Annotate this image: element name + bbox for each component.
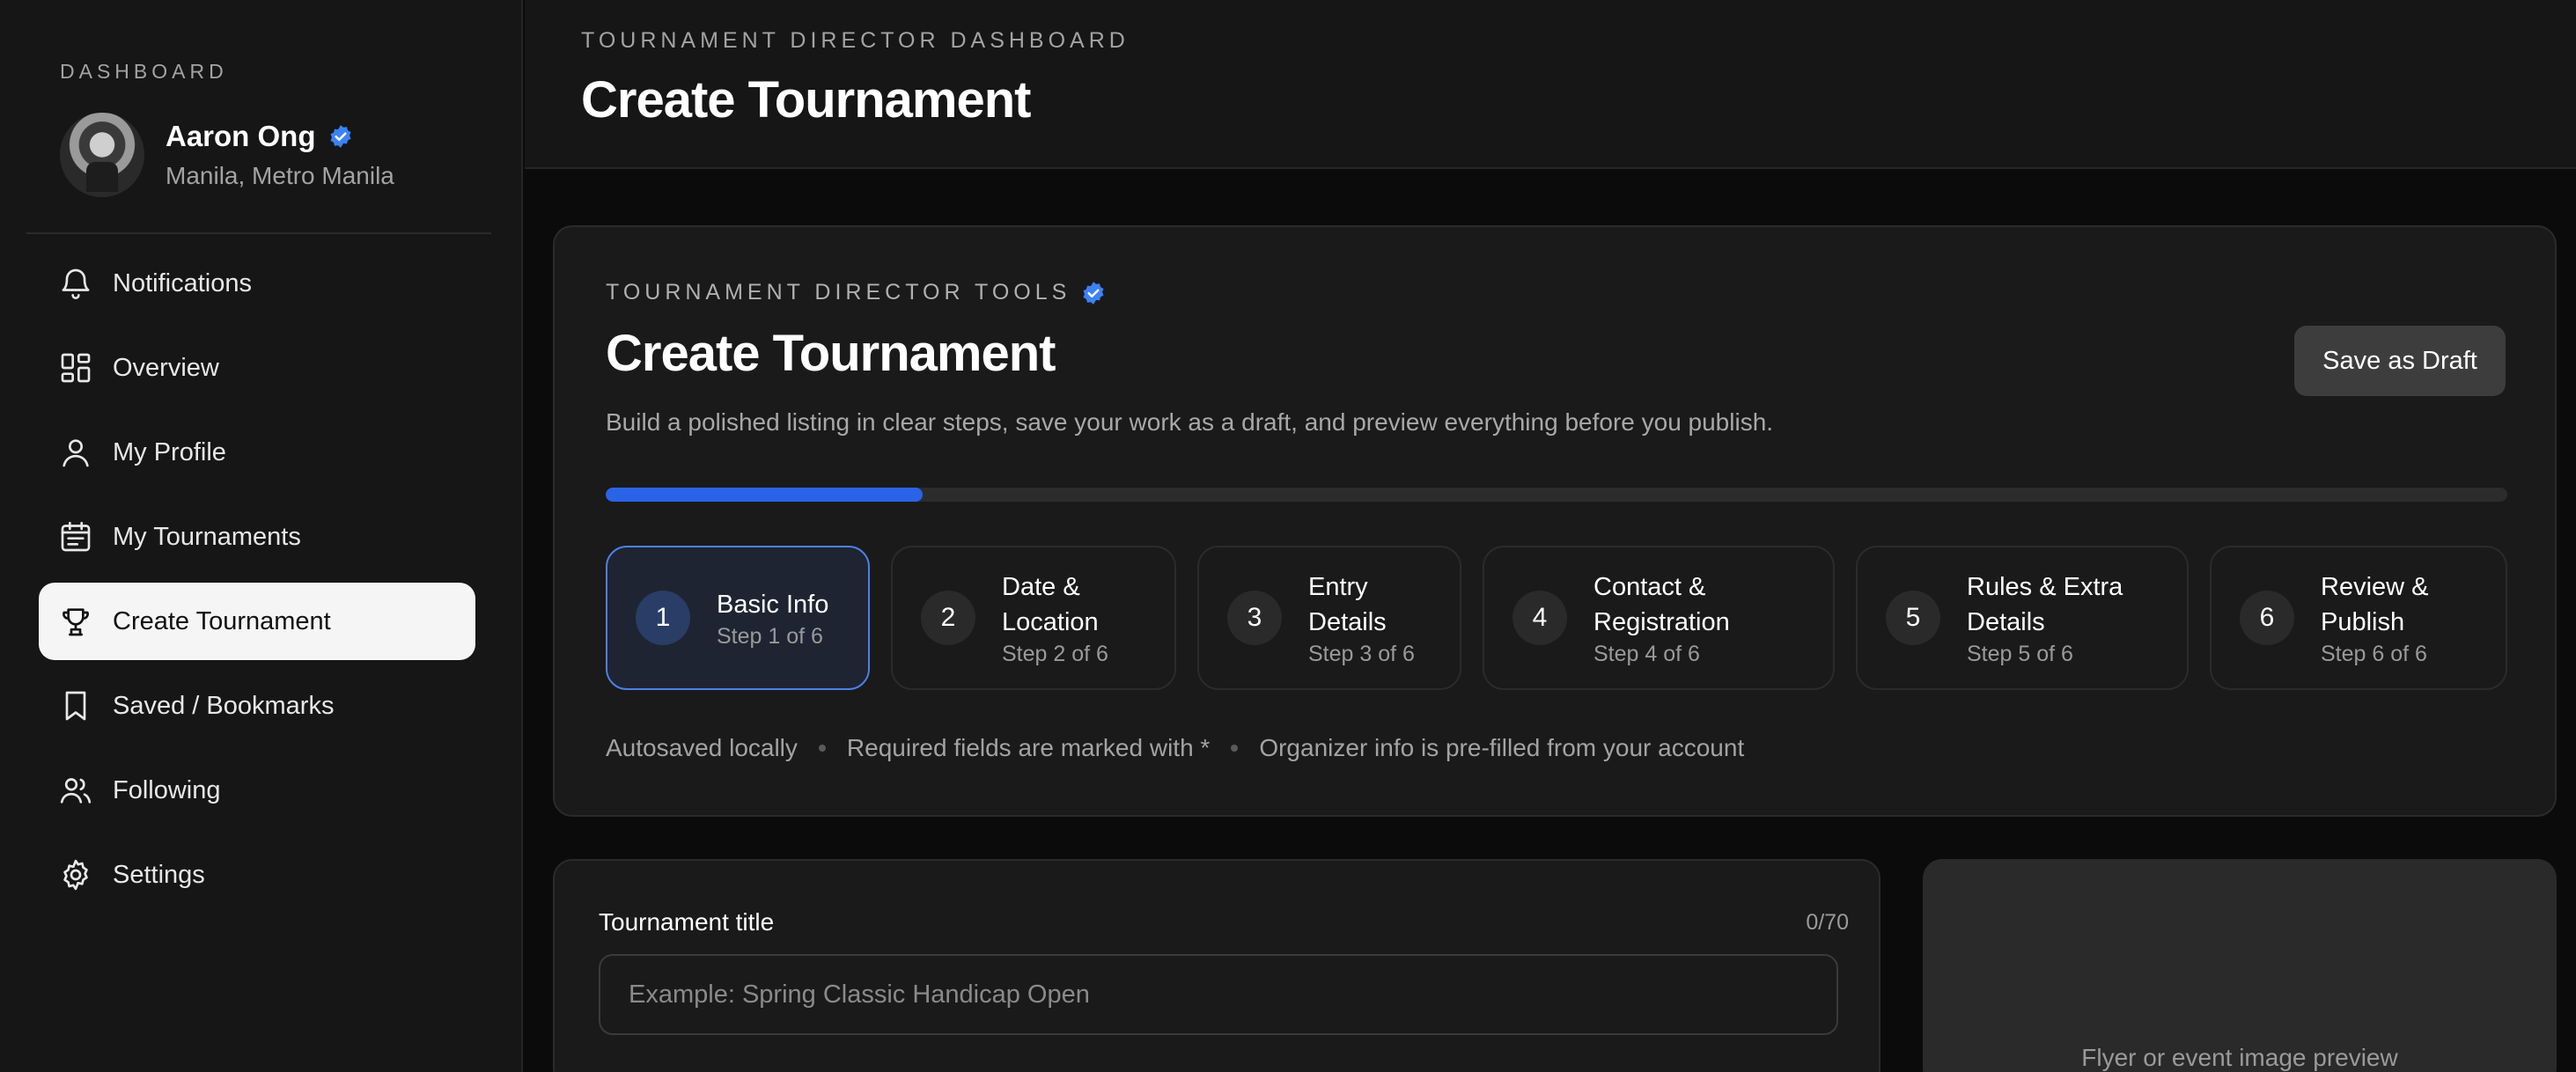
- sidebar-item-my-tournaments[interactable]: My Tournaments: [39, 498, 475, 576]
- step-label: Rules & Extra Details: [1967, 572, 2123, 636]
- user-location: Manila, Metro Manila: [166, 162, 394, 189]
- header-eyebrow: TOURNAMENT DIRECTOR DASHBOARD: [581, 28, 1130, 53]
- user-name: Aaron Ong: [166, 120, 316, 152]
- sidebar-item-label: My Profile: [113, 437, 226, 466]
- step-contact-registration[interactable]: 4 Contact & Registration Step 4 of 6: [1483, 546, 1835, 690]
- tournament-title-input[interactable]: [599, 954, 1838, 1035]
- basic-info-form: Tournament title 0/70: [553, 859, 1880, 1072]
- sidebar-item-label: My Tournaments: [113, 522, 301, 551]
- app-root: DASHBOARD Aaron Ong Manila, Metro Manila…: [0, 0, 2576, 1072]
- step-rules-extra[interactable]: 5 Rules & Extra Details Step 5 of 6: [1856, 546, 2189, 690]
- tournament-title-label: Tournament title: [599, 908, 775, 936]
- step-date-location[interactable]: 2 Date & Location Step 2 of 6: [891, 546, 1176, 690]
- verified-badge-icon: [328, 124, 353, 149]
- step-label: Basic Info: [717, 590, 829, 619]
- sidebar-item-settings[interactable]: Settings: [39, 836, 475, 914]
- sidebar-item-create-tournament[interactable]: Create Tournament: [39, 583, 475, 660]
- sidebar-item-following[interactable]: Following: [39, 752, 475, 829]
- verified-badge-icon: [1081, 281, 1106, 305]
- step-number: 2: [921, 591, 975, 645]
- step-basic-info[interactable]: 1 Basic Info Step 1 of 6: [606, 546, 870, 690]
- flyer-preview[interactable]: Flyer or event image preview: [1923, 859, 2557, 1072]
- users-icon: [60, 778, 92, 804]
- meta-autosave: Autosaved locally: [606, 734, 798, 761]
- character-counter: 0/70: [1806, 910, 1849, 935]
- step-number: 6: [2240, 591, 2294, 645]
- step-label: Entry Details: [1308, 572, 1387, 636]
- separator-dot: [818, 745, 826, 752]
- bookmark-icon: [65, 691, 86, 721]
- progress-bar: [606, 488, 2507, 502]
- user-card[interactable]: Aaron Ong Manila, Metro Manila: [60, 113, 394, 197]
- meta-required: Required fields are marked with *: [846, 734, 1211, 761]
- step-entry-details[interactable]: 3 Entry Details Step 3 of 6: [1197, 546, 1461, 690]
- bell-icon: [62, 268, 90, 299]
- tools-title: Create Tournament: [606, 325, 1056, 382]
- sidebar-item-label: Settings: [113, 860, 205, 889]
- step-sub: Step 3 of 6: [1308, 641, 1415, 666]
- step-label: Date & Location: [1002, 572, 1099, 636]
- trophy-icon: [63, 608, 89, 636]
- sidebar-item-my-profile[interactable]: My Profile: [39, 414, 475, 491]
- sidebar: DASHBOARD Aaron Ong Manila, Metro Manila…: [0, 0, 523, 1072]
- sidebar-item-label: Overview: [113, 353, 219, 382]
- sidebar-divider: [26, 232, 491, 234]
- step-number: 1: [636, 591, 690, 645]
- tournament-tools-card: TOURNAMENT DIRECTOR TOOLS Create Tournam…: [553, 225, 2557, 817]
- sidebar-item-label: Following: [113, 775, 221, 804]
- step-sub: Step 1 of 6: [717, 623, 823, 649]
- flyer-preview-text: Flyer or event image preview: [2081, 1044, 2398, 1071]
- page-title: Create Tournament: [581, 71, 1031, 128]
- form-meta-info: Autosaved locally Required fields are ma…: [606, 734, 1744, 762]
- sidebar-item-label: Create Tournament: [113, 606, 331, 635]
- step-sub: Step 6 of 6: [2321, 641, 2427, 666]
- step-label: Contact & Registration: [1593, 572, 1730, 636]
- user-icon: [63, 439, 89, 467]
- separator-dot: [1231, 745, 1239, 752]
- step-sub: Step 5 of 6: [1967, 641, 2073, 666]
- sidebar-item-notifications[interactable]: Notifications: [39, 245, 475, 322]
- tools-eyebrow: TOURNAMENT DIRECTOR TOOLS: [606, 280, 1106, 305]
- progress-fill: [606, 488, 924, 502]
- page-header: TOURNAMENT DIRECTOR DASHBOARD Create Tou…: [525, 0, 2576, 169]
- gear-icon: [63, 859, 88, 891]
- step-number: 5: [1886, 591, 1940, 645]
- tools-description: Build a polished listing in clear steps,…: [606, 408, 1774, 436]
- step-sub: Step 4 of 6: [1593, 641, 1700, 666]
- sidebar-item-overview[interactable]: Overview: [39, 329, 475, 407]
- step-sub: Step 2 of 6: [1002, 641, 1108, 666]
- tools-eyebrow-label: TOURNAMENT DIRECTOR TOOLS: [606, 280, 1071, 305]
- meta-organizer: Organizer info is pre-filled from your a…: [1259, 734, 1745, 761]
- save-draft-button[interactable]: Save as Draft: [2294, 326, 2506, 396]
- sidebar-item-label: Notifications: [113, 268, 252, 297]
- sidebar-item-saved-bookmarks[interactable]: Saved / Bookmarks: [39, 667, 475, 745]
- step-review-publish[interactable]: 6 Review & Publish Step 6 of 6: [2210, 546, 2507, 690]
- sidebar-item-label: Saved / Bookmarks: [113, 691, 335, 720]
- sidebar-nav: Notifications Overview My Profile My Tou…: [39, 245, 475, 921]
- dashboard-grid-icon: [61, 353, 91, 383]
- calendar-list-icon: [61, 521, 91, 552]
- sidebar-section-label: DASHBOARD: [60, 60, 228, 83]
- step-number: 3: [1227, 591, 1282, 645]
- step-label: Review & Publish: [2321, 572, 2429, 636]
- avatar: [60, 113, 144, 197]
- step-number: 4: [1512, 591, 1567, 645]
